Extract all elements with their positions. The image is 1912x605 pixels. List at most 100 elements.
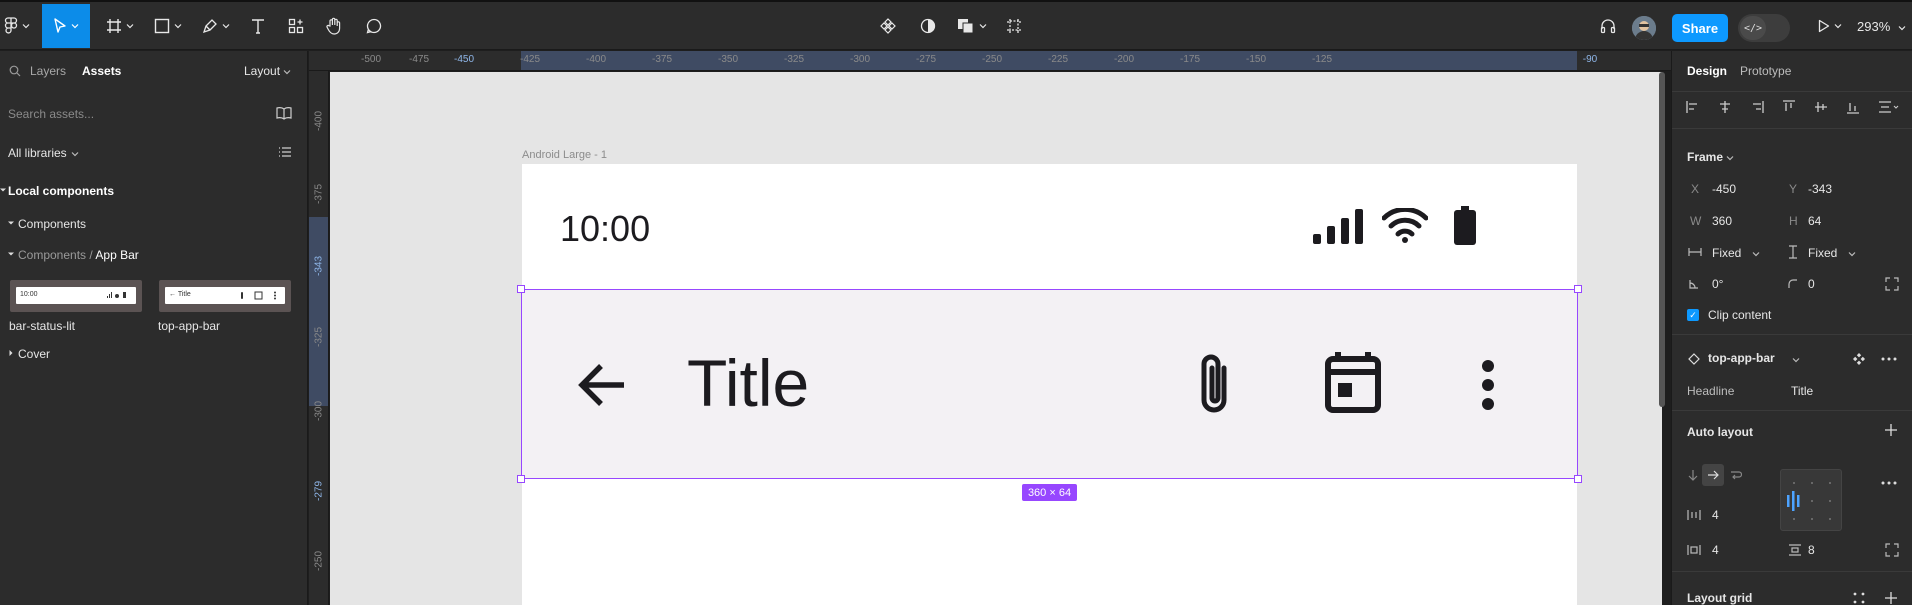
padding-vertical-input[interactable]: 8: [1808, 543, 1815, 557]
arrow-back-icon[interactable]: [577, 360, 627, 410]
align-right-icon[interactable]: [1750, 100, 1764, 114]
attach-file-icon[interactable]: [1194, 350, 1234, 420]
play-icon: [1818, 19, 1830, 33]
book-icon[interactable]: [276, 106, 292, 120]
plus-icon[interactable]: [1885, 424, 1897, 436]
ruler-tick-label: -275: [915, 54, 937, 65]
align-bottom-icon[interactable]: [1846, 100, 1860, 114]
h-input[interactable]: 64: [1808, 214, 1821, 228]
chevron-right-icon: [9, 350, 13, 356]
component-thumb-bar-status[interactable]: 10:00: [10, 280, 142, 312]
comment-tool-button[interactable]: [360, 4, 388, 48]
align-center-h-icon[interactable]: [1718, 100, 1732, 114]
align-center-v-icon[interactable]: [1814, 100, 1828, 114]
search-icon[interactable]: [9, 65, 21, 77]
frame-section-title[interactable]: Frame: [1687, 150, 1723, 164]
ruler-tick-label: -500: [360, 54, 382, 65]
mask-button[interactable]: [914, 4, 942, 48]
libraries-row: All libraries: [0, 138, 308, 168]
present-button[interactable]: [1812, 4, 1848, 48]
crop-button[interactable]: [1000, 4, 1028, 48]
left-panel-tabs: Layers Assets Layout: [0, 51, 308, 91]
search-input[interactable]: Search assets...: [8, 107, 94, 121]
dev-mode-toggle[interactable]: </>: [1738, 14, 1790, 42]
arrow-down-icon[interactable]: [1688, 469, 1698, 481]
w-input[interactable]: 360: [1712, 214, 1732, 228]
vertical-sizing-dropdown[interactable]: Fixed: [1808, 246, 1837, 260]
canvas-scrollbar[interactable]: [1659, 72, 1665, 407]
component-thumb-top-app-bar[interactable]: ← Title: [159, 280, 291, 312]
boolean-button[interactable]: [952, 4, 992, 48]
user-avatar[interactable]: [1632, 16, 1656, 40]
pen-tool-button[interactable]: [196, 4, 236, 48]
wrap-icon[interactable]: [1730, 469, 1742, 481]
ruler-tick-label: -300: [313, 400, 325, 422]
frame-tool-button[interactable]: [100, 4, 140, 48]
gap-input[interactable]: 4: [1712, 508, 1719, 522]
zoom-level[interactable]: 293%: [1857, 19, 1890, 34]
x-input[interactable]: -450: [1712, 182, 1736, 196]
android-frame[interactable]: 10:00 Title: [522, 164, 1577, 605]
ruler-tick-label: -90: [1582, 54, 1598, 65]
shape-tool-button[interactable]: [148, 4, 188, 48]
divider: [1672, 410, 1912, 411]
top-app-bar[interactable]: Title: [522, 290, 1577, 479]
independent-corners-icon[interactable]: [1885, 277, 1899, 291]
tab-layers[interactable]: Layers: [30, 64, 66, 78]
tab-assets[interactable]: Assets: [82, 64, 121, 78]
corner-radius-input[interactable]: 0: [1808, 277, 1815, 291]
grid-styles-icon[interactable]: [1853, 592, 1865, 604]
hand-tool-button[interactable]: [320, 4, 348, 48]
calendar-icon[interactable]: [1324, 350, 1382, 414]
align-left-icon[interactable]: [1686, 100, 1700, 114]
corner-radius-icon: [1788, 279, 1797, 288]
clip-content-checkbox[interactable]: ✓: [1687, 309, 1699, 321]
design-canvas[interactable]: Android Large - 1 10:00 Title 360 × 64: [330, 72, 1662, 605]
audio-button[interactable]: [1594, 4, 1622, 48]
plus-icon[interactable]: [1885, 592, 1897, 604]
tab-prototype[interactable]: Prototype: [1740, 64, 1791, 78]
figma-app: Share </> 293% Layers Assets Layout Sear…: [0, 0, 1912, 605]
main-menu-button[interactable]: [2, 4, 32, 48]
app-bar-icons-icon: [241, 291, 276, 300]
padding-vertical-icon: [1789, 544, 1801, 556]
go-to-main-component-icon[interactable]: [1852, 352, 1866, 366]
independent-padding-icon[interactable]: [1885, 543, 1899, 557]
ruler-tick-label: -343: [313, 255, 325, 277]
align-top-icon[interactable]: [1782, 100, 1796, 114]
ruler-tick-label: -400: [313, 110, 325, 132]
list-view-icon[interactable]: [278, 146, 292, 158]
more-vert-icon[interactable]: [1480, 359, 1496, 411]
all-libraries-dropdown[interactable]: All libraries: [8, 146, 67, 160]
chevron-down-icon: [22, 24, 30, 29]
more-horizontal-icon[interactable]: [1881, 357, 1897, 361]
ruler-tick-label: -279: [313, 480, 325, 502]
direction-horizontal-button[interactable]: [1702, 464, 1724, 486]
thumb-preview: ← Title: [165, 287, 285, 304]
headphones-icon: [1600, 19, 1616, 34]
rotation-input[interactable]: 0°: [1712, 277, 1723, 291]
more-horizontal-icon[interactable]: [1881, 481, 1897, 485]
text-tool-button[interactable]: [244, 4, 272, 48]
alignment-row: [1684, 98, 1904, 118]
padding-horizontal-input[interactable]: 4: [1712, 543, 1719, 557]
frame-name-label[interactable]: Android Large - 1: [522, 149, 607, 161]
actions-button[interactable]: [282, 4, 310, 48]
app-bar-title: Title: [687, 346, 810, 420]
distribute-icon[interactable]: [1878, 100, 1900, 114]
alignment-grid[interactable]: [1780, 469, 1842, 531]
move-tool-button[interactable]: [42, 4, 90, 48]
create-component-button[interactable]: [874, 4, 902, 48]
selection-size-badge: 360 × 64: [1022, 484, 1077, 501]
tab-design[interactable]: Design: [1687, 64, 1727, 78]
horizontal-sizing-dropdown[interactable]: Fixed: [1712, 246, 1741, 260]
layout-dropdown[interactable]: Layout: [244, 64, 280, 78]
instance-name-dropdown[interactable]: top-app-bar: [1708, 351, 1775, 365]
cover-label: Cover: [18, 347, 51, 361]
breadcrumb-separator: /: [89, 248, 93, 262]
chevron-down-icon[interactable]: [1898, 24, 1906, 32]
property-value-input[interactable]: Title: [1791, 384, 1813, 398]
code-icon: </>: [1740, 16, 1766, 40]
y-input[interactable]: -343: [1808, 182, 1832, 196]
share-button[interactable]: Share: [1672, 14, 1728, 42]
